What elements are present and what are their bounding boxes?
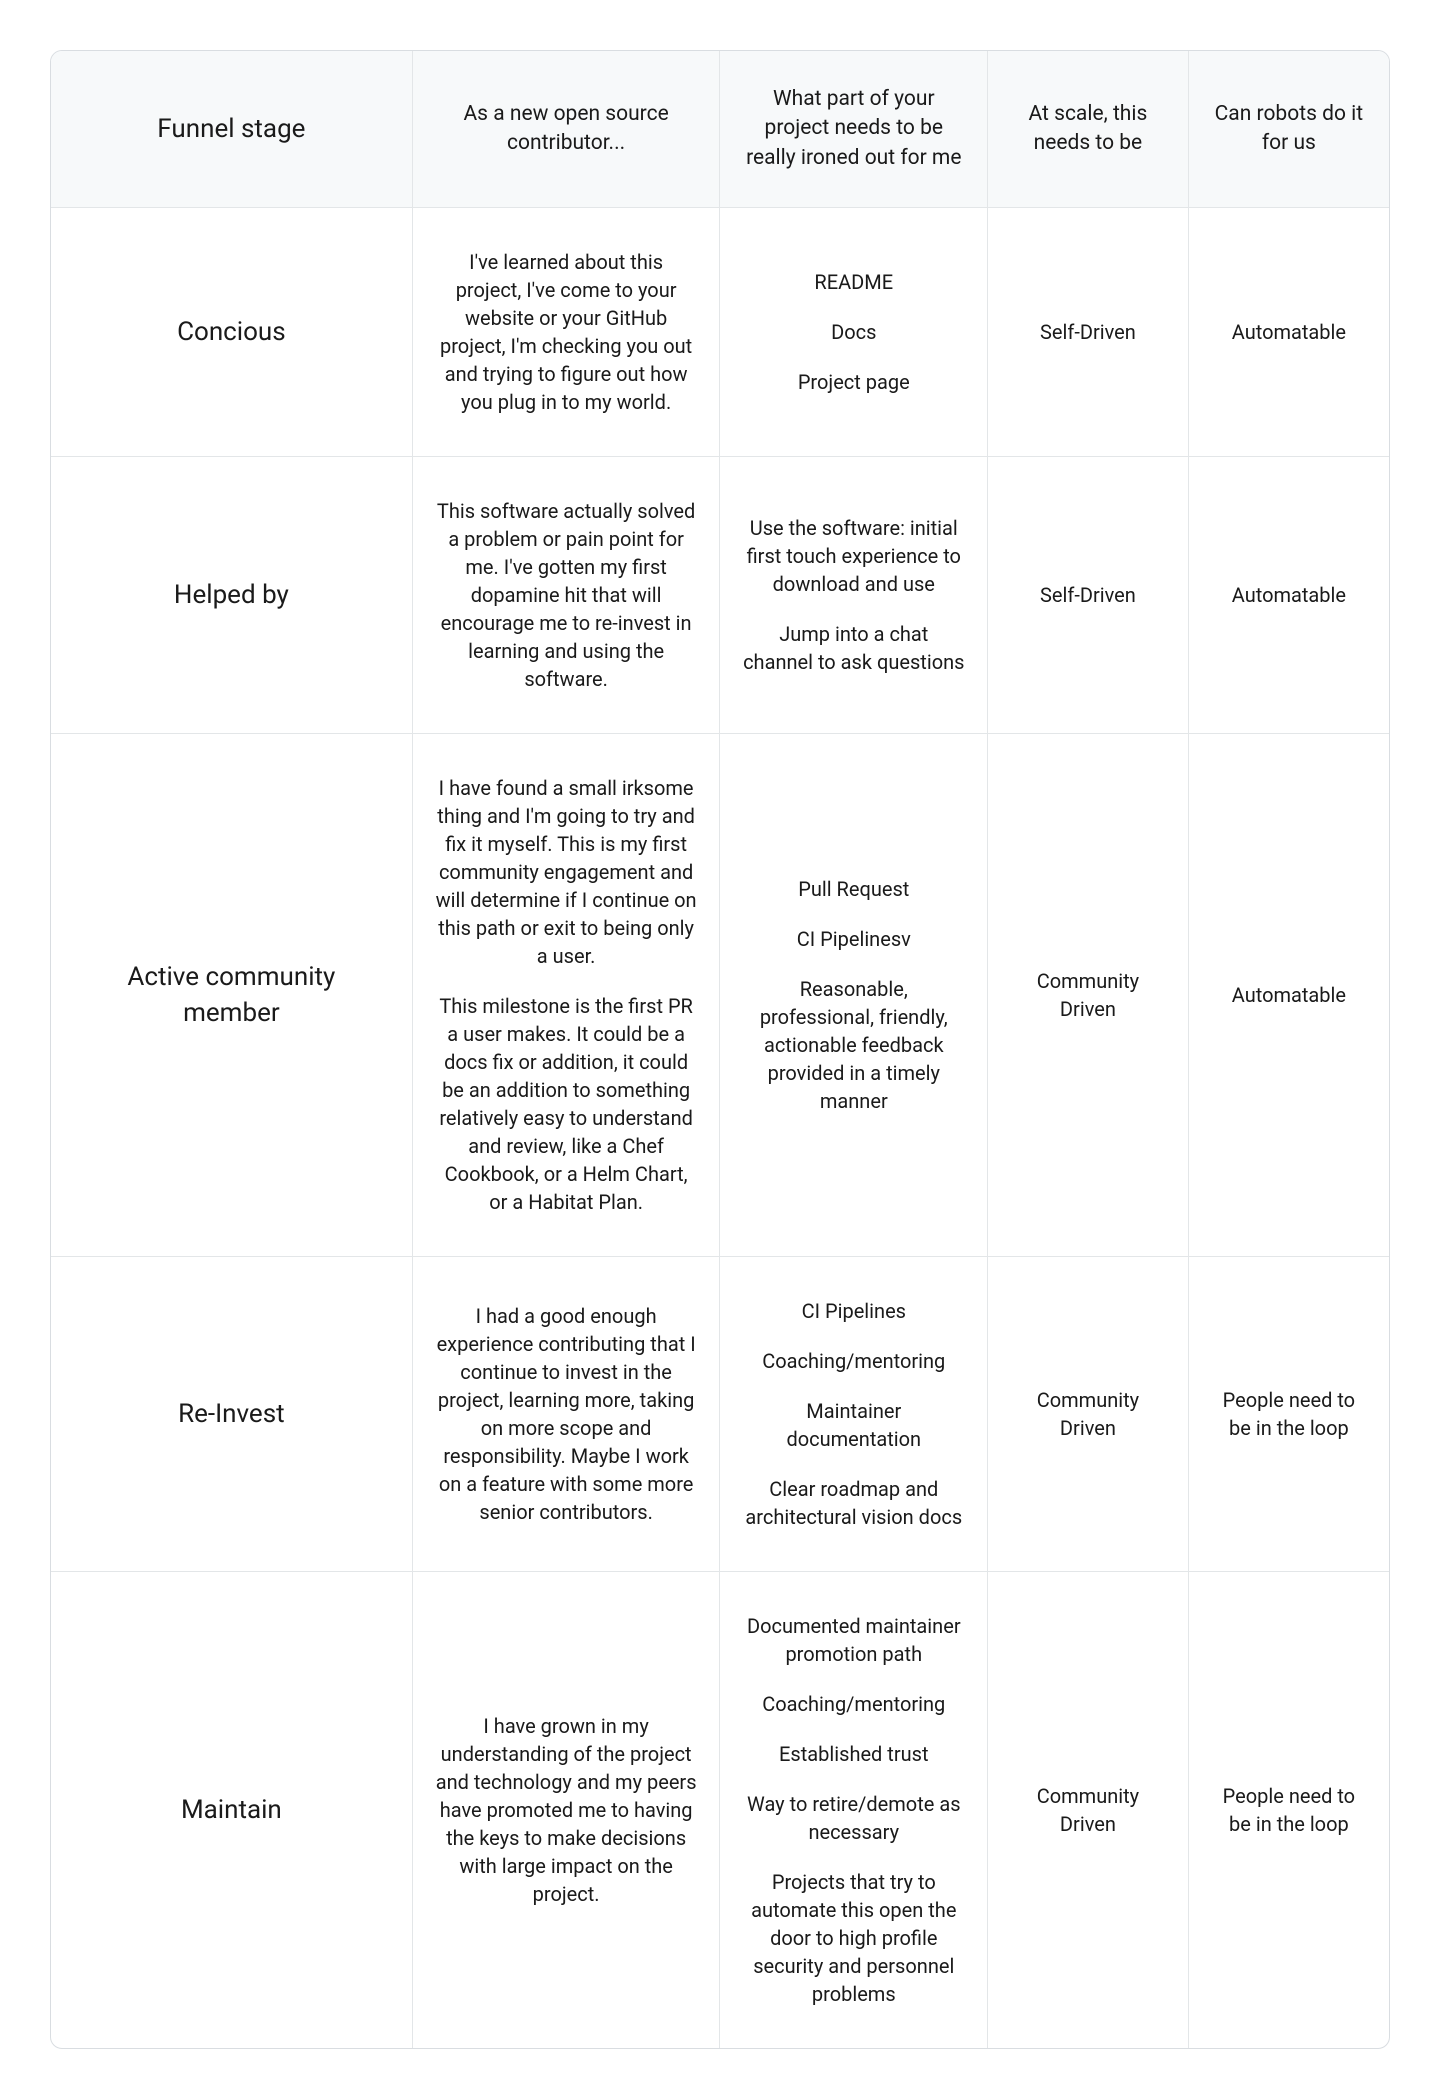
cell-ironed-out: Use the software: initial first touch ex…: [720, 457, 988, 734]
header-contributor: As a new open source contributor...: [412, 51, 720, 208]
cell-at-scale: Community Driven: [988, 1257, 1189, 1572]
table-body: ConciousI've learned about this project,…: [51, 208, 1389, 2049]
cell-at-scale: Self-Driven: [988, 208, 1189, 457]
cell-contributor: This software actually solved a problem …: [412, 457, 720, 734]
cell-ironed-out: READMEDocsProject page: [720, 208, 988, 457]
table-row: Active community memberI have found a sm…: [51, 734, 1389, 1257]
cell-contributor: I have found a small irksome thing and I…: [412, 734, 720, 1257]
cell-ironed-out: Pull RequestCI PipelinesvReasonable, pro…: [720, 734, 988, 1257]
cell-stage: Helped by: [51, 457, 412, 734]
table-row: MaintainI have grown in my understanding…: [51, 1572, 1389, 2049]
cell-robots: Automatable: [1188, 208, 1389, 457]
cell-stage: Re-Invest: [51, 1257, 412, 1572]
cell-at-scale: Community Driven: [988, 734, 1189, 1257]
cell-ironed-out: Documented maintainer promotion pathCoac…: [720, 1572, 988, 2049]
header-at-scale: At scale, this needs to be: [988, 51, 1189, 208]
table-row: Re-InvestI had a good enough experience …: [51, 1257, 1389, 1572]
cell-at-scale: Community Driven: [988, 1572, 1189, 2049]
cell-stage: Maintain: [51, 1572, 412, 2049]
cell-robots: People need to be in the loop: [1188, 1257, 1389, 1572]
table-row: ConciousI've learned about this project,…: [51, 208, 1389, 457]
cell-contributor: I had a good enough experience contribut…: [412, 1257, 720, 1572]
header-ironed-out: What part of your project needs to be re…: [720, 51, 988, 208]
cell-stage: Active community member: [51, 734, 412, 1257]
funnel-table: Funnel stage As a new open source contri…: [51, 51, 1389, 2048]
cell-contributor: I've learned about this project, I've co…: [412, 208, 720, 457]
cell-robots: Automatable: [1188, 734, 1389, 1257]
table-header: Funnel stage As a new open source contri…: [51, 51, 1389, 208]
cell-stage: Concious: [51, 208, 412, 457]
cell-ironed-out: CI PipelinesCoaching/mentoringMaintainer…: [720, 1257, 988, 1572]
cell-contributor: I have grown in my understanding of the …: [412, 1572, 720, 2049]
cell-robots: People need to be in the loop: [1188, 1572, 1389, 2049]
header-funnel-stage: Funnel stage: [51, 51, 412, 208]
cell-at-scale: Self-Driven: [988, 457, 1189, 734]
header-robots: Can robots do it for us: [1188, 51, 1389, 208]
cell-robots: Automatable: [1188, 457, 1389, 734]
funnel-table-container: Funnel stage As a new open source contri…: [50, 50, 1390, 2049]
table-row: Helped byThis software actually solved a…: [51, 457, 1389, 734]
